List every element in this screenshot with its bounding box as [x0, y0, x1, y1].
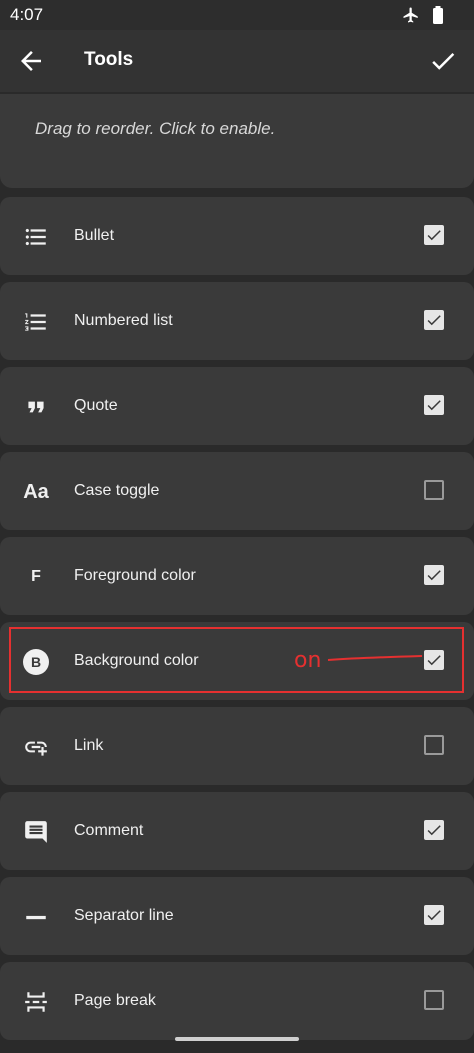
tool-row-bullet[interactable]: Bullet	[0, 197, 474, 275]
tool-checkbox[interactable]	[424, 225, 444, 245]
battery-icon	[432, 6, 444, 29]
tool-row-background-color[interactable]: B Background color	[0, 622, 474, 700]
back-button[interactable]	[16, 46, 46, 76]
case-toggle-icon: Aa	[23, 480, 49, 503]
separator-line-icon	[22, 903, 50, 931]
tool-checkbox[interactable]	[424, 905, 444, 925]
tool-checkbox[interactable]	[424, 565, 444, 585]
quote-icon	[22, 393, 50, 421]
annotation-label: on	[294, 648, 322, 673]
tool-checkbox[interactable]	[424, 820, 444, 840]
page-break-icon	[22, 988, 50, 1016]
page-title: Tools	[84, 49, 134, 70]
tool-row-foreground-color[interactable]: F Foreground color	[0, 537, 474, 615]
hint-text: Drag to reorder. Click to enable.	[35, 119, 276, 138]
tool-label: Page break	[74, 992, 156, 1009]
arrow-left-icon	[21, 51, 41, 71]
tool-checkbox[interactable]	[424, 395, 444, 415]
tool-label: Separator line	[74, 907, 174, 924]
tool-label: Bullet	[74, 227, 115, 244]
tool-label: Foreground color	[74, 567, 196, 584]
bullet-list-icon	[22, 223, 50, 251]
foreground-color-icon: F	[31, 568, 41, 585]
tool-label: Numbered list	[74, 312, 173, 329]
tool-label: Comment	[74, 822, 144, 839]
background-color-icon: B	[22, 648, 50, 676]
link-add-icon	[22, 733, 50, 761]
tool-row-link[interactable]: Link	[0, 707, 474, 785]
app-bar: Tools	[0, 30, 474, 92]
tool-row-numbered-list[interactable]: Numbered list	[0, 282, 474, 360]
comment-icon	[22, 818, 50, 846]
tool-row-comment[interactable]: Comment	[0, 792, 474, 870]
hint-card: Drag to reorder. Click to enable.	[0, 94, 474, 188]
gesture-nav-handle[interactable]	[175, 1037, 299, 1041]
tool-checkbox[interactable]	[424, 310, 444, 330]
numbered-list-icon	[22, 308, 50, 336]
tool-label: Quote	[74, 397, 118, 414]
tool-label: Case toggle	[74, 482, 160, 499]
confirm-button[interactable]	[428, 46, 458, 76]
status-time: 4:07	[10, 5, 44, 24]
status-bar: 4:07	[0, 0, 474, 30]
tool-checkbox[interactable]	[424, 990, 444, 1010]
status-icons	[402, 6, 444, 29]
tool-row-case-toggle[interactable]: Aa Case toggle	[0, 452, 474, 530]
tool-checkbox[interactable]	[424, 735, 444, 755]
tool-checkbox[interactable]	[424, 480, 444, 500]
tool-row-quote[interactable]: Quote	[0, 367, 474, 445]
tool-label: Link	[74, 737, 104, 754]
tool-row-page-break[interactable]: Page break	[0, 962, 474, 1040]
check-icon	[432, 52, 455, 70]
tool-label: Background color	[74, 652, 199, 669]
airplane-icon	[402, 6, 420, 29]
tool-checkbox[interactable]	[424, 650, 444, 670]
tool-row-separator-line[interactable]: Separator line	[0, 877, 474, 955]
